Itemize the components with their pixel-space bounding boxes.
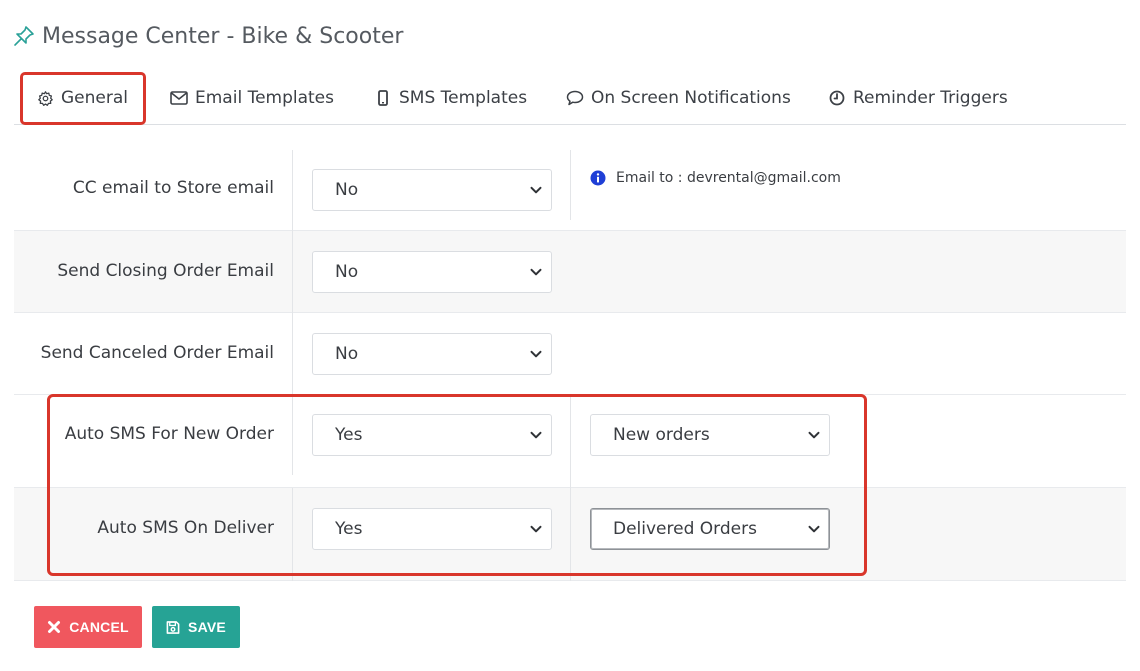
setting-label: Auto SMS On Deliver bbox=[97, 518, 274, 538]
setting-row-sms-new-order: Auto SMS For New Order Yes New orders bbox=[14, 395, 1126, 488]
tab-label: Email Templates bbox=[195, 88, 334, 108]
mobile-icon bbox=[374, 89, 392, 107]
setting-row-canceled-email: Send Canceled Order Email No bbox=[14, 313, 1126, 395]
sms-new-order-template-select[interactable]: New orders bbox=[590, 414, 830, 456]
sms-deliver-template-select[interactable]: Delivered Orders bbox=[590, 508, 830, 550]
cc-email-select[interactable]: No bbox=[312, 169, 552, 211]
divider bbox=[570, 395, 571, 488]
message-center-page: Message Center - Bike & Scooter General bbox=[0, 0, 1140, 671]
tab-label: On Screen Notifications bbox=[591, 88, 791, 108]
closing-email-select[interactable]: No bbox=[312, 251, 552, 293]
setting-row-sms-deliver: Auto SMS On Deliver Yes Delivered Orders bbox=[14, 488, 1126, 581]
email-info: Email to : devrental@gmail.com bbox=[590, 170, 841, 186]
save-button-label: SAVE bbox=[188, 619, 226, 635]
chevron-down-icon bbox=[529, 183, 543, 197]
select-value: New orders bbox=[613, 425, 710, 445]
divider bbox=[292, 231, 293, 313]
setting-label: CC email to Store email bbox=[72, 178, 274, 198]
tab-bar: General Email Templates SMS Templates On… bbox=[14, 72, 1126, 125]
cancel-button[interactable]: CANCEL bbox=[34, 606, 142, 648]
setting-label: Send Canceled Order Email bbox=[40, 343, 274, 363]
select-value: No bbox=[335, 180, 359, 200]
chevron-down-icon bbox=[529, 428, 543, 442]
page-title-text: Message Center - Bike & Scooter bbox=[42, 23, 404, 49]
setting-row-cc-email: CC email to Store email No Email to : de… bbox=[14, 150, 1126, 231]
tab-on-screen-notifications[interactable]: On Screen Notifications bbox=[566, 72, 791, 124]
clock-icon bbox=[828, 89, 846, 107]
divider bbox=[570, 150, 571, 220]
email-info-text: Email to : devrental@gmail.com bbox=[616, 170, 841, 186]
chevron-down-icon bbox=[529, 265, 543, 279]
info-circle-icon bbox=[590, 170, 606, 186]
tab-label: General bbox=[61, 88, 128, 108]
tab-email-templates[interactable]: Email Templates bbox=[170, 72, 334, 124]
divider bbox=[292, 150, 293, 231]
sms-deliver-select[interactable]: Yes bbox=[312, 508, 552, 550]
select-value: Yes bbox=[335, 519, 363, 539]
sms-new-order-select[interactable]: Yes bbox=[312, 414, 552, 456]
divider bbox=[292, 488, 293, 581]
settings-form: CC email to Store email No Email to : de… bbox=[14, 150, 1126, 581]
cancel-button-label: CANCEL bbox=[69, 619, 129, 635]
chevron-down-icon bbox=[529, 522, 543, 536]
divider bbox=[570, 488, 571, 581]
select-value: Delivered Orders bbox=[613, 519, 757, 539]
comment-icon bbox=[566, 89, 584, 107]
divider bbox=[292, 313, 293, 395]
tab-label: SMS Templates bbox=[399, 88, 528, 108]
pin-icon bbox=[12, 24, 36, 48]
chevron-down-icon bbox=[529, 347, 543, 361]
setting-label: Send Closing Order Email bbox=[57, 261, 274, 281]
envelope-icon bbox=[170, 89, 188, 107]
select-value: Yes bbox=[335, 425, 363, 445]
tab-sms-templates[interactable]: SMS Templates bbox=[374, 72, 527, 124]
gear-icon bbox=[36, 89, 54, 107]
close-icon bbox=[47, 620, 61, 634]
save-button[interactable]: SAVE bbox=[152, 606, 240, 648]
chevron-down-icon bbox=[807, 522, 821, 536]
page-title: Message Center - Bike & Scooter bbox=[12, 20, 403, 52]
tab-general[interactable]: General bbox=[36, 72, 128, 124]
setting-label: Auto SMS For New Order bbox=[64, 424, 274, 444]
divider bbox=[292, 395, 293, 475]
tab-reminder-triggers[interactable]: Reminder Triggers bbox=[828, 72, 1008, 124]
setting-row-closing-email: Send Closing Order Email No bbox=[14, 231, 1126, 313]
tab-label: Reminder Triggers bbox=[853, 88, 1008, 108]
chevron-down-icon bbox=[807, 428, 821, 442]
floppy-disk-icon bbox=[166, 620, 180, 634]
select-value: No bbox=[335, 262, 359, 282]
canceled-email-select[interactable]: No bbox=[312, 333, 552, 375]
select-value: No bbox=[335, 344, 359, 364]
